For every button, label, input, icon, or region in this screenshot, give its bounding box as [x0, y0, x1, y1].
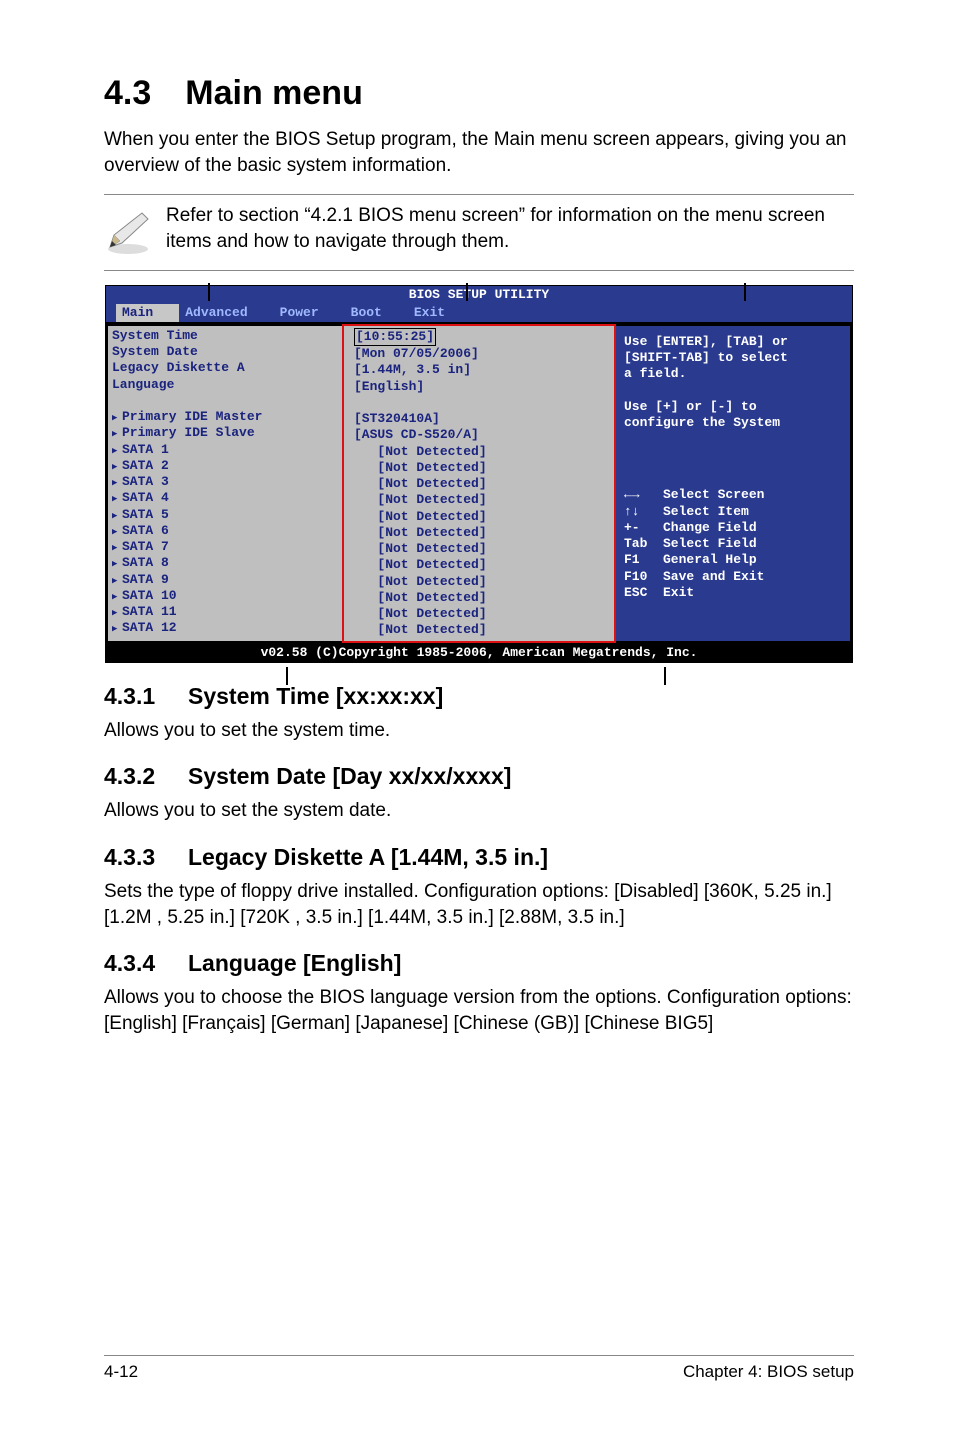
bios-item-sata8[interactable]: SATA 8 [112, 555, 338, 571]
note-box: Refer to section “4.2.1 BIOS menu screen… [104, 194, 854, 271]
bios-item-sata5[interactable]: SATA 5 [112, 507, 338, 523]
bios-value-ide-slave: [ASUS CD-S520/A] [354, 427, 610, 443]
bios-item-primary-ide-slave[interactable]: Primary IDE Slave [112, 425, 338, 441]
bios-value-sata10: [Not Detected] [354, 590, 610, 606]
bios-tab-exit[interactable]: Exit [408, 304, 471, 322]
help-nav-line: F10 Save and Exit [624, 569, 842, 585]
subsection-body: Allows you to set the system time. [104, 718, 854, 744]
bios-value-sata11: [Not Detected] [354, 606, 610, 622]
bios-item-sata10[interactable]: SATA 10 [112, 588, 338, 604]
bios-value-sata3: [Not Detected] [354, 476, 610, 492]
help-nav-line: Tab Select Field [624, 536, 842, 552]
subsection-body: Allows you to choose the BIOS language v… [104, 985, 854, 1036]
page-footer: 4-12 Chapter 4: BIOS setup [104, 1355, 854, 1382]
bios-tab-boot[interactable]: Boot [345, 304, 408, 322]
bios-value-sata1: [Not Detected] [354, 444, 610, 460]
subsection-body: Allows you to set the system date. [104, 798, 854, 824]
bios-item-sata6[interactable]: SATA 6 [112, 523, 338, 539]
bios-item-system-time[interactable]: System Time [112, 328, 338, 344]
bios-tab-power[interactable]: Power [274, 304, 345, 322]
help-line: Use [ENTER], [TAB] or [624, 334, 842, 350]
bios-item-sata2[interactable]: SATA 2 [112, 458, 338, 474]
bios-screen: BIOS SETUP UTILITY Main Advanced Power B… [105, 285, 853, 663]
bios-value-sata6: [Not Detected] [354, 525, 610, 541]
bios-value-sata9: [Not Detected] [354, 574, 610, 590]
bios-item-system-date[interactable]: System Date [112, 344, 338, 360]
bios-item-sata1[interactable]: SATA 1 [112, 442, 338, 458]
page-number: 4-12 [104, 1362, 138, 1382]
help-nav-line: ESC Exit [624, 585, 842, 601]
bios-value-sata8: [Not Detected] [354, 557, 610, 573]
subsection-4-3-3: 4.3.3Legacy Diskette A [1.44M, 3.5 in.] [104, 844, 854, 871]
bios-menubar[interactable]: Main Advanced Power Boot Exit [106, 304, 852, 322]
subsection-4-3-1: 4.3.1System Time [xx:xx:xx] [104, 683, 854, 710]
bios-title: BIOS SETUP UTILITY [106, 286, 852, 303]
bios-item-language[interactable]: Language [112, 377, 338, 393]
bios-value-ide-master: [ST320410A] [354, 411, 610, 427]
bios-item-sata9[interactable]: SATA 9 [112, 572, 338, 588]
bios-value-sata2: [Not Detected] [354, 460, 610, 476]
subsection-4-3-2: 4.3.2System Date [Day xx/xx/xxxx] [104, 763, 854, 790]
bios-item-legacy-diskette[interactable]: Legacy Diskette A [112, 360, 338, 376]
note-text: Refer to section “4.2.1 BIOS menu screen… [166, 203, 854, 254]
subsection-body: Sets the type of floppy drive installed.… [104, 879, 854, 930]
bios-left-column: System Time System Date Legacy Diskette … [106, 324, 342, 643]
help-line: configure the System [624, 415, 842, 431]
help-nav-line: ↑↓ Select Item [624, 504, 842, 520]
bios-value-sata4: [Not Detected] [354, 492, 610, 508]
bios-value-date[interactable]: [Mon 07/05/2006] [354, 346, 610, 362]
bios-value-diskette[interactable]: [1.44M, 3.5 in] [354, 362, 610, 378]
help-nav-line: +- Change Field [624, 520, 842, 536]
bios-value-time[interactable]: [10:55:25] [354, 328, 610, 346]
help-nav-line: ←→ Select Screen [624, 487, 842, 503]
bios-copyright: v02.58 (C)Copyright 1985-2006, American … [106, 643, 852, 662]
bios-item-sata12[interactable]: SATA 12 [112, 620, 338, 636]
bios-tab-main[interactable]: Main [116, 304, 179, 322]
pencil-icon [104, 203, 166, 260]
intro-paragraph: When you enter the BIOS Setup program, t… [104, 127, 854, 178]
bios-item-sata3[interactable]: SATA 3 [112, 474, 338, 490]
bios-help-pane: Use [ENTER], [TAB] or [SHIFT-TAB] to sel… [616, 324, 852, 643]
bios-values-column: [10:55:25] [Mon 07/05/2006] [1.44M, 3.5 … [342, 324, 616, 643]
section-heading-4-3: 4.3 Main menu [104, 74, 854, 113]
bios-value-sata7: [Not Detected] [354, 541, 610, 557]
bios-value-language[interactable]: [English] [354, 379, 610, 395]
chapter-label: Chapter 4: BIOS setup [683, 1362, 854, 1382]
bios-value-sata12: [Not Detected] [354, 622, 610, 638]
bios-item-sata11[interactable]: SATA 11 [112, 604, 338, 620]
bios-item-sata7[interactable]: SATA 7 [112, 539, 338, 555]
bios-item-sata4[interactable]: SATA 4 [112, 490, 338, 506]
bios-item-primary-ide-master[interactable]: Primary IDE Master [112, 409, 338, 425]
bios-value-sata5: [Not Detected] [354, 509, 610, 525]
bios-tab-advanced[interactable]: Advanced [179, 304, 273, 322]
help-line: a field. [624, 366, 842, 382]
help-nav-line: F1 General Help [624, 552, 842, 568]
help-line: [SHIFT-TAB] to select [624, 350, 842, 366]
subsection-4-3-4: 4.3.4Language [English] [104, 950, 854, 977]
help-line: Use [+] or [-] to [624, 399, 842, 415]
